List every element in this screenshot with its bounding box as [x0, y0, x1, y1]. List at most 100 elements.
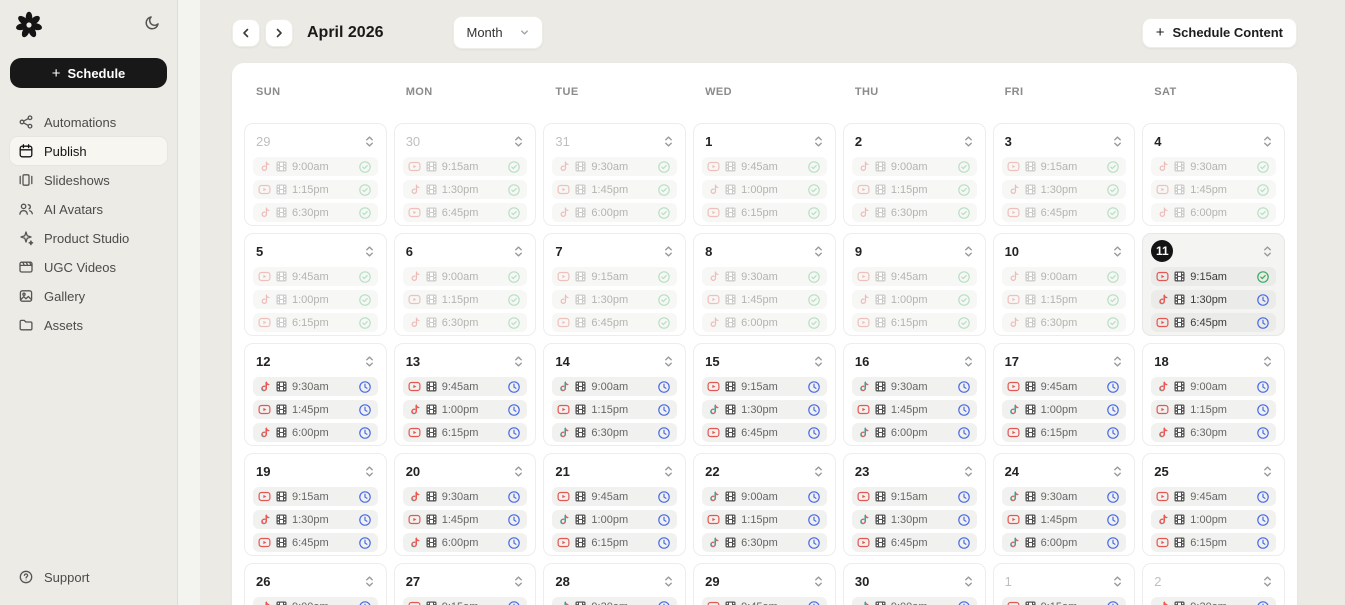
schedule-entry[interactable]: 9:15am: [1151, 267, 1276, 286]
day-cell-12[interactable]: 129:30am1:45pm6:00pm: [244, 343, 387, 446]
expand-day-button[interactable]: [810, 243, 827, 260]
day-cell-18[interactable]: 189:00am1:15pm6:30pm: [1142, 343, 1285, 446]
schedule-entry[interactable]: 1:15pm: [1002, 290, 1127, 309]
expand-day-button[interactable]: [361, 573, 378, 590]
schedule-entry[interactable]: 6:15pm: [552, 533, 677, 552]
schedule-entry[interactable]: 6:00pm: [403, 533, 528, 552]
day-cell-8[interactable]: 89:30am1:45pm6:00pm: [693, 233, 836, 336]
day-cell-25[interactable]: 259:45am1:00pm6:15pm: [1142, 453, 1285, 556]
schedule-entry[interactable]: 9:30am: [1002, 487, 1127, 506]
schedule-entry[interactable]: 6:45pm: [702, 423, 827, 442]
schedule-entry[interactable]: 9:15am: [702, 377, 827, 396]
schedule-entry[interactable]: 9:45am: [253, 267, 378, 286]
expand-day-button[interactable]: [1259, 353, 1276, 370]
schedule-entry[interactable]: 6:45pm: [1151, 313, 1276, 332]
schedule-entry[interactable]: 9:30am: [1151, 157, 1276, 176]
schedule-entry[interactable]: 9:45am: [552, 487, 677, 506]
schedule-entry[interactable]: 1:00pm: [253, 290, 378, 309]
day-cell-4[interactable]: 49:30am1:45pm6:00pm: [1142, 123, 1285, 226]
schedule-entry[interactable]: 6:45pm: [403, 203, 528, 222]
schedule-entry[interactable]: 6:30pm: [253, 203, 378, 222]
schedule-entry[interactable]: 6:30pm: [552, 423, 677, 442]
schedule-entry[interactable]: 6:15pm: [852, 313, 977, 332]
schedule-entry[interactable]: 6:00pm: [852, 423, 977, 442]
expand-day-button[interactable]: [510, 573, 527, 590]
schedule-entry[interactable]: 6:15pm: [403, 423, 528, 442]
schedule-entry[interactable]: 9:00am: [403, 267, 528, 286]
dark-mode-toggle[interactable]: [142, 12, 163, 36]
schedule-entry[interactable]: 6:30pm: [702, 533, 827, 552]
day-cell-11[interactable]: 119:15am1:30pm6:45pm: [1142, 233, 1285, 336]
day-cell-7[interactable]: 79:15am1:30pm6:45pm: [543, 233, 686, 336]
sidebar-item-support[interactable]: Support: [10, 563, 167, 591]
schedule-entry[interactable]: 6:15pm: [702, 203, 827, 222]
expand-day-button[interactable]: [810, 463, 827, 480]
schedule-entry[interactable]: 1:15pm: [253, 180, 378, 199]
day-cell-9[interactable]: 99:45am1:00pm6:15pm: [843, 233, 986, 336]
schedule-entry[interactable]: 6:00pm: [1151, 203, 1276, 222]
day-cell-24[interactable]: 249:30am1:45pm6:00pm: [993, 453, 1136, 556]
schedule-entry[interactable]: 9:45am: [1151, 487, 1276, 506]
expand-day-button[interactable]: [660, 353, 677, 370]
expand-day-button[interactable]: [1259, 573, 1276, 590]
schedule-entry[interactable]: 1:30pm: [1002, 180, 1127, 199]
expand-day-button[interactable]: [1259, 133, 1276, 150]
schedule-entry[interactable]: 9:45am: [852, 267, 977, 286]
schedule-entry[interactable]: 6:00pm: [1002, 533, 1127, 552]
expand-day-button[interactable]: [660, 463, 677, 480]
day-cell-3[interactable]: 39:15am1:30pm6:45pm: [993, 123, 1136, 226]
expand-day-button[interactable]: [1109, 243, 1126, 260]
expand-day-button[interactable]: [510, 133, 527, 150]
expand-day-button[interactable]: [510, 353, 527, 370]
day-cell-6[interactable]: 69:00am1:15pm6:30pm: [394, 233, 537, 336]
schedule-entry[interactable]: 1:45pm: [403, 510, 528, 529]
schedule-entry[interactable]: 6:30pm: [1151, 423, 1276, 442]
day-cell-31[interactable]: 319:30am1:45pm6:00pm: [543, 123, 686, 226]
day-cell-23[interactable]: 239:15am1:30pm6:45pm: [843, 453, 986, 556]
schedule-entry[interactable]: 9:45am: [702, 157, 827, 176]
schedule-entry[interactable]: 9:00am: [1151, 377, 1276, 396]
schedule-entry[interactable]: 9:15am: [403, 157, 528, 176]
schedule-entry[interactable]: 6:45pm: [253, 533, 378, 552]
schedule-entry[interactable]: 1:15pm: [702, 510, 827, 529]
schedule-entry[interactable]: 6:45pm: [1002, 203, 1127, 222]
day-cell-26[interactable]: 269:00am: [244, 563, 387, 605]
schedule-entry[interactable]: 1:00pm: [702, 180, 827, 199]
schedule-entry[interactable]: 6:00pm: [702, 313, 827, 332]
sidebar-item-gallery[interactable]: Gallery: [10, 282, 167, 310]
day-cell-27[interactable]: 279:15am: [394, 563, 537, 605]
expand-day-button[interactable]: [660, 573, 677, 590]
expand-day-button[interactable]: [361, 133, 378, 150]
schedule-entry[interactable]: 1:45pm: [702, 290, 827, 309]
schedule-entry[interactable]: 6:15pm: [1002, 423, 1127, 442]
day-cell-30[interactable]: 309:00am: [843, 563, 986, 605]
schedule-entry[interactable]: 1:30pm: [403, 180, 528, 199]
sidebar-item-ai-avatars[interactable]: AI Avatars: [10, 195, 167, 223]
schedule-entry[interactable]: 9:30am: [1151, 597, 1276, 605]
sidebar-item-product-studio[interactable]: Product Studio: [10, 224, 167, 252]
schedule-entry[interactable]: 9:30am: [852, 377, 977, 396]
day-cell-16[interactable]: 169:30am1:45pm6:00pm: [843, 343, 986, 446]
schedule-entry[interactable]: 9:00am: [852, 597, 977, 605]
expand-day-button[interactable]: [510, 243, 527, 260]
expand-day-button[interactable]: [960, 463, 977, 480]
schedule-entry[interactable]: 9:15am: [852, 487, 977, 506]
expand-day-button[interactable]: [660, 243, 677, 260]
schedule-entry[interactable]: 9:00am: [253, 157, 378, 176]
schedule-entry[interactable]: 1:30pm: [552, 290, 677, 309]
schedule-entry[interactable]: 9:15am: [1002, 157, 1127, 176]
next-month-button[interactable]: [265, 19, 293, 47]
schedule-entry[interactable]: 1:30pm: [253, 510, 378, 529]
schedule-entry[interactable]: 1:45pm: [1002, 510, 1127, 529]
day-cell-1[interactable]: 19:15am: [993, 563, 1136, 605]
schedule-entry[interactable]: 6:30pm: [403, 313, 528, 332]
expand-day-button[interactable]: [361, 463, 378, 480]
day-cell-14[interactable]: 149:00am1:15pm6:30pm: [543, 343, 686, 446]
expand-day-button[interactable]: [960, 573, 977, 590]
schedule-entry[interactable]: 9:45am: [403, 377, 528, 396]
expand-day-button[interactable]: [1109, 463, 1126, 480]
sidebar-item-assets[interactable]: Assets: [10, 311, 167, 339]
schedule-entry[interactable]: 6:00pm: [253, 423, 378, 442]
schedule-entry[interactable]: 1:45pm: [253, 400, 378, 419]
schedule-entry[interactable]: 9:00am: [1002, 267, 1127, 286]
